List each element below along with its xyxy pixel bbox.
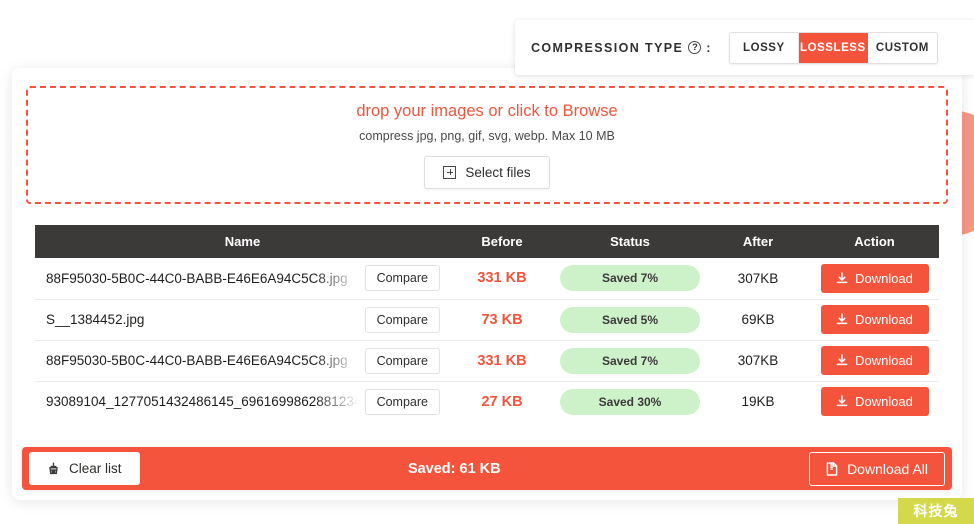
- file-name: 88F95030-5B0C-44C0-BABB-E46E6A94C5C8.jpg: [46, 353, 348, 368]
- table-header-row: Name Before Status After Action: [35, 225, 939, 258]
- compare-button[interactable]: Compare: [364, 388, 440, 415]
- broom-icon: [49, 462, 58, 475]
- download-icon: [836, 354, 848, 366]
- compare-button[interactable]: Compare: [364, 265, 440, 292]
- download-icon: [836, 272, 848, 283]
- download-label: Download: [855, 353, 913, 368]
- after-size: 69KB: [706, 299, 810, 341]
- after-size: 307KB: [706, 340, 810, 382]
- download-label: Download: [855, 312, 913, 327]
- compression-option-lossless[interactable]: LOSSLESS: [798, 32, 868, 63]
- select-files-label: Select files: [465, 164, 531, 180]
- main-card: drop your images or click to Browse comp…: [12, 68, 962, 500]
- compression-colon: :: [706, 40, 712, 55]
- download-button[interactable]: Download: [820, 346, 929, 375]
- compare-button[interactable]: Compare: [364, 306, 440, 333]
- compare-button[interactable]: Compare: [364, 347, 440, 374]
- download-icon: [836, 395, 848, 407]
- before-size: 27 KB: [481, 393, 523, 410]
- cell-action: Download: [810, 381, 939, 422]
- table-row: 93089104_1277051432486145_69616998628812…: [35, 381, 939, 422]
- status-badge: Saved 30%: [560, 388, 700, 415]
- cell-name: 93089104_1277051432486145_69616998628812…: [35, 381, 450, 422]
- column-header-action: Action: [810, 225, 939, 258]
- file-name: S__1384452.jpg: [46, 312, 145, 327]
- status-badge: Saved 7%: [560, 265, 700, 292]
- dropzone-title: drop your images or click to Browse: [356, 101, 618, 120]
- cell-status: Saved 5%: [554, 299, 706, 341]
- download-label: Download: [855, 270, 913, 286]
- compression-type-label: COMPRESSION TYPE ? :: [531, 41, 712, 55]
- column-header-status: Status: [554, 225, 706, 258]
- cell-action: Download: [810, 258, 939, 300]
- download-button[interactable]: Download: [820, 387, 929, 417]
- cell-status: Saved 7%: [554, 340, 706, 382]
- download-all-button[interactable]: Download All: [809, 451, 945, 486]
- before-size: 73 KB: [450, 299, 554, 341]
- compression-type-options: LOSSY LOSSLESS CUSTOM: [728, 31, 938, 64]
- cell-name: 88F95030-5B0C-44C0-BABB-E46E6A94C5C8.jpg…: [35, 258, 450, 300]
- cell-status: Saved 30%: [554, 381, 706, 422]
- file-name: 88F95030-5B0C-44C0-BABB-E46E6A94C5C8.jpg: [46, 270, 348, 286]
- select-files-button[interactable]: Select files: [424, 155, 550, 189]
- cell-status: Saved 7%: [554, 258, 706, 300]
- column-header-before: Before: [450, 225, 554, 258]
- file-table: Name Before Status After Action 88F95030…: [35, 225, 939, 422]
- table-row: 88F95030-5B0C-44C0-BABB-E46E6A94C5C8.jpg…: [35, 340, 939, 382]
- before-size: 331 KB: [450, 258, 554, 300]
- cell-name: S__1384452.jpg Compare: [35, 299, 450, 341]
- cell-action: Download: [810, 340, 939, 382]
- before-size: 331 KB: [450, 340, 554, 382]
- cell-action: Download: [810, 299, 939, 341]
- compression-type-text: COMPRESSION TYPE: [531, 40, 684, 55]
- file-dropzone[interactable]: drop your images or click to Browse comp…: [26, 86, 948, 204]
- column-header-name: Name: [35, 225, 450, 258]
- help-icon[interactable]: ?: [688, 41, 702, 54]
- plus-box-icon: [443, 165, 457, 179]
- after-size: 307KB: [706, 258, 810, 300]
- compression-option-lossy[interactable]: LOSSY: [729, 32, 799, 63]
- dropzone-subtitle: compress jpg, png, gif, svg, webp. Max 1…: [359, 128, 615, 143]
- table-row: S__1384452.jpg Compare 73 KB Saved 5% 69…: [35, 299, 939, 341]
- after-size: 19KB: [741, 394, 775, 410]
- watermark-badge: 科技兔: [898, 498, 974, 524]
- download-label: Download: [855, 394, 913, 410]
- footer-action-bar: Clear list Saved: 61 KB Download All: [22, 447, 952, 490]
- saved-total-text: Saved: 61 KB: [407, 460, 501, 477]
- download-button[interactable]: Download: [820, 263, 929, 293]
- compression-type-bar: COMPRESSION TYPE ? : LOSSY LOSSLESS CUST…: [515, 20, 974, 75]
- download-button[interactable]: Download: [820, 305, 929, 334]
- status-badge: Saved 7%: [560, 347, 700, 374]
- cell-name: 88F95030-5B0C-44C0-BABB-E46E6A94C5C8.jpg…: [35, 340, 450, 382]
- download-all-label: Download All: [847, 460, 928, 477]
- zip-file-icon: [826, 461, 838, 476]
- table-row: 88F95030-5B0C-44C0-BABB-E46E6A94C5C8.jpg…: [35, 258, 939, 300]
- column-header-after: After: [706, 225, 810, 258]
- file-name: 93089104_1277051432486145_69616998628812…: [46, 394, 359, 410]
- download-icon: [836, 313, 848, 325]
- status-badge: Saved 5%: [560, 306, 700, 333]
- compression-option-custom[interactable]: CUSTOM: [867, 32, 937, 63]
